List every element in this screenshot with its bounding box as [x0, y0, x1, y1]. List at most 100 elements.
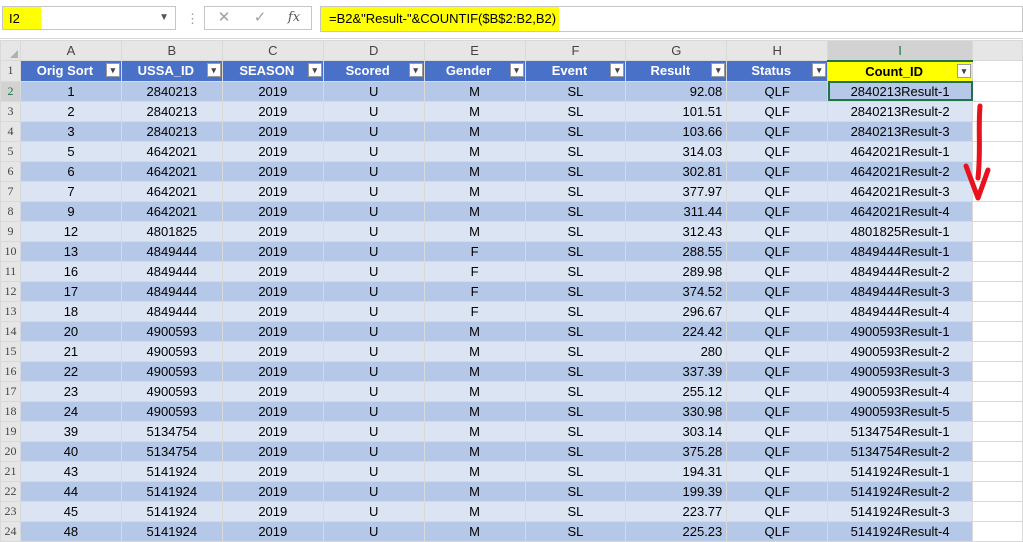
filter-dropdown-icon[interactable]: ▾ — [957, 63, 972, 78]
table-cell[interactable]: 17 — [19, 280, 122, 302]
table-cell[interactable]: SL — [524, 380, 627, 402]
table-cell[interactable]: M — [423, 480, 526, 502]
table-cell[interactable]: 4642021Result-2 — [827, 160, 974, 182]
table-cell[interactable]: 4900593Result-2 — [827, 340, 974, 362]
table-cell[interactable]: 7 — [19, 180, 122, 202]
table-cell[interactable]: 4849444Result-4 — [827, 300, 974, 322]
table-cell[interactable]: 296.67 — [625, 300, 728, 322]
filter-dropdown-icon[interactable]: ▾ — [812, 63, 827, 77]
table-cell[interactable]: M — [423, 100, 526, 122]
table-cell[interactable]: U — [322, 260, 425, 282]
empty-cell[interactable] — [972, 420, 1023, 442]
table-cell[interactable]: 2 — [19, 100, 122, 122]
row-header[interactable]: 9 — [0, 220, 21, 242]
table-cell[interactable]: SL — [524, 220, 627, 242]
table-cell[interactable]: U — [322, 520, 425, 542]
table-header-cell[interactable]: SEASON ▾ — [221, 60, 324, 82]
column-header-e[interactable]: E — [423, 40, 526, 61]
table-cell[interactable]: 288.55 — [625, 240, 728, 262]
table-cell[interactable]: 39 — [19, 420, 122, 442]
column-header-a[interactable]: A — [19, 40, 122, 61]
table-cell[interactable]: QLF — [726, 200, 829, 222]
table-cell[interactable]: 4849444Result-2 — [827, 260, 974, 282]
table-cell[interactable]: 2840213 — [120, 80, 223, 102]
insert-function-icon[interactable]: fx — [279, 7, 309, 29]
table-cell[interactable]: 4642021 — [120, 200, 223, 222]
table-cell[interactable]: QLF — [726, 340, 829, 362]
table-cell[interactable]: F — [423, 240, 526, 262]
table-cell[interactable]: 4642021 — [120, 140, 223, 162]
table-cell[interactable]: 4849444 — [120, 260, 223, 282]
table-cell[interactable]: 22 — [19, 360, 122, 382]
table-cell[interactable]: 44 — [19, 480, 122, 502]
row-header[interactable]: 22 — [0, 480, 21, 502]
empty-cell[interactable] — [972, 520, 1023, 542]
filter-dropdown-icon[interactable]: ▾ — [509, 63, 524, 77]
table-cell[interactable]: 5141924 — [120, 500, 223, 522]
row-header[interactable]: 10 — [0, 240, 21, 262]
row-header[interactable]: 13 — [0, 300, 21, 322]
table-cell[interactable]: 2840213Result-1 — [827, 80, 974, 102]
table-cell[interactable]: 2019 — [221, 240, 324, 262]
table-cell[interactable]: 5134754Result-1 — [827, 420, 974, 442]
table-cell[interactable]: 5134754Result-2 — [827, 440, 974, 462]
table-cell[interactable]: 4900593 — [120, 340, 223, 362]
empty-cell[interactable] — [972, 260, 1023, 282]
table-cell[interactable]: 4849444Result-1 — [827, 240, 974, 262]
table-cell[interactable]: 2019 — [221, 160, 324, 182]
table-cell[interactable]: QLF — [726, 100, 829, 122]
table-cell[interactable]: 4900593 — [120, 320, 223, 342]
empty-cell[interactable] — [972, 440, 1023, 462]
table-cell[interactable]: 4900593Result-4 — [827, 380, 974, 402]
column-header-c[interactable]: C — [221, 40, 324, 61]
table-cell[interactable]: QLF — [726, 460, 829, 482]
table-cell[interactable]: 2019 — [221, 420, 324, 442]
table-cell[interactable]: QLF — [726, 360, 829, 382]
table-cell[interactable]: 40 — [19, 440, 122, 462]
table-cell[interactable]: U — [322, 280, 425, 302]
table-cell[interactable]: SL — [524, 200, 627, 222]
table-cell[interactable]: 4642021Result-1 — [827, 140, 974, 162]
empty-cell[interactable] — [972, 340, 1023, 362]
empty-cell[interactable] — [972, 80, 1023, 102]
table-cell[interactable]: 4849444 — [120, 280, 223, 302]
table-cell[interactable]: M — [423, 180, 526, 202]
table-cell[interactable]: 2019 — [221, 280, 324, 302]
table-cell[interactable]: 3 — [19, 120, 122, 142]
row-header[interactable]: 21 — [0, 460, 21, 482]
row-header[interactable]: 12 — [0, 280, 21, 302]
table-cell[interactable]: 375.28 — [625, 440, 728, 462]
table-cell[interactable]: 9 — [19, 200, 122, 222]
table-cell[interactable]: 23 — [19, 380, 122, 402]
row-header[interactable]: 15 — [0, 340, 21, 362]
table-cell[interactable]: 5141924Result-1 — [827, 460, 974, 482]
table-cell[interactable]: M — [423, 140, 526, 162]
table-cell[interactable]: M — [423, 520, 526, 542]
table-cell[interactable]: 194.31 — [625, 460, 728, 482]
table-cell[interactable]: M — [423, 460, 526, 482]
filter-dropdown-icon[interactable]: ▾ — [105, 63, 120, 77]
table-cell[interactable]: 12 — [19, 220, 122, 242]
table-cell[interactable]: U — [322, 340, 425, 362]
table-cell[interactable]: SL — [524, 360, 627, 382]
column-header-g[interactable]: G — [625, 40, 728, 61]
row-header[interactable]: 1 — [0, 60, 21, 82]
table-cell[interactable]: 4900593 — [120, 380, 223, 402]
table-cell[interactable]: SL — [524, 400, 627, 422]
empty-cell[interactable] — [972, 320, 1023, 342]
table-cell[interactable]: M — [423, 500, 526, 522]
table-cell[interactable]: SL — [524, 320, 627, 342]
table-cell[interactable]: SL — [524, 480, 627, 502]
table-cell[interactable]: 5141924Result-2 — [827, 480, 974, 502]
name-box[interactable]: I2 ▼ — [2, 6, 176, 30]
table-cell[interactable]: U — [322, 380, 425, 402]
row-header[interactable]: 5 — [0, 140, 21, 162]
table-cell[interactable]: SL — [524, 280, 627, 302]
table-cell[interactable]: 311.44 — [625, 200, 728, 222]
table-cell[interactable]: 2019 — [221, 460, 324, 482]
table-cell[interactable]: M — [423, 120, 526, 142]
select-all-corner[interactable] — [0, 40, 21, 61]
row-header[interactable]: 11 — [0, 260, 21, 282]
table-cell[interactable]: 13 — [19, 240, 122, 262]
table-cell[interactable]: 302.81 — [625, 160, 728, 182]
